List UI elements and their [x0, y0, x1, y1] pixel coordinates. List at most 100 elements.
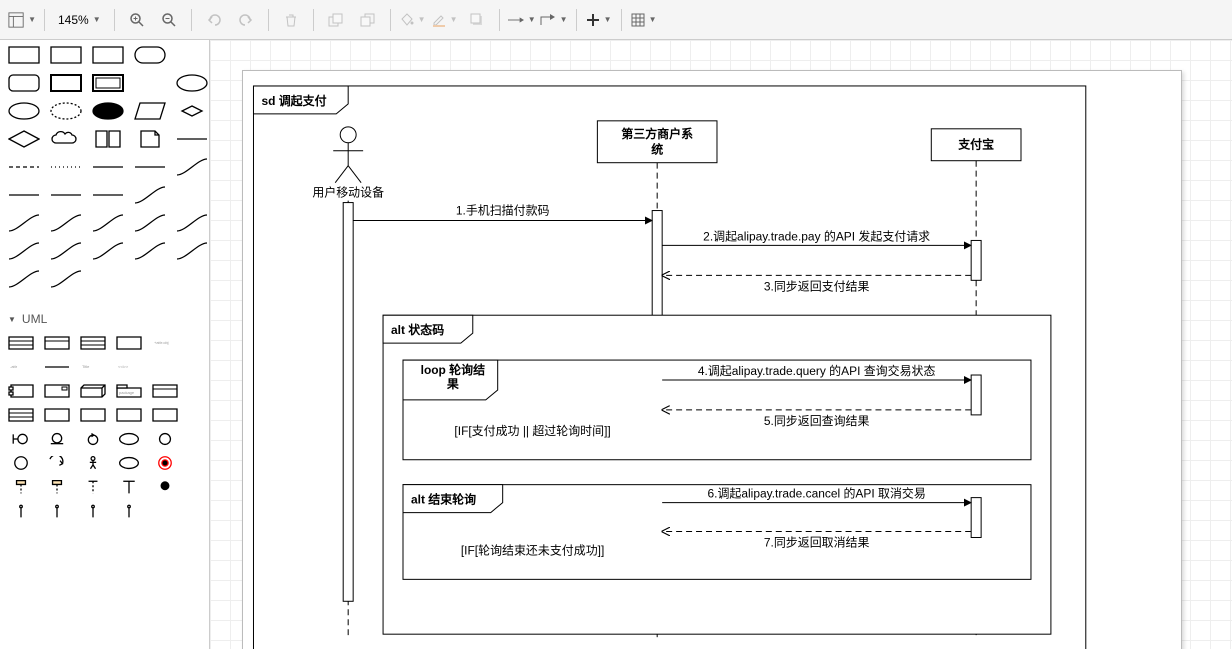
shape-lifeline4[interactable]	[116, 480, 142, 494]
shape-lifeline3[interactable]	[80, 480, 106, 494]
participant-merchant[interactable]: 第三方商户系 统	[597, 121, 717, 163]
shape-curve[interactable]	[8, 270, 40, 288]
shape-curve[interactable]	[176, 242, 208, 260]
shape-rect4[interactable]	[152, 408, 178, 422]
delete-button[interactable]	[277, 6, 305, 34]
zoom-selector[interactable]: 145%▼	[53, 10, 106, 30]
shape-rounded-rect[interactable]	[134, 46, 166, 64]
redo-button[interactable]	[232, 6, 260, 34]
shape-diamond[interactable]	[8, 130, 40, 148]
shape-rect2[interactable]	[80, 408, 106, 422]
shape-curve[interactable]	[176, 158, 208, 176]
shape-label2[interactable]: -attr	[8, 360, 34, 374]
shape-curve[interactable]	[8, 242, 40, 260]
shape-rect[interactable]	[92, 46, 124, 64]
shape-label[interactable]: +attr:obj	[152, 336, 178, 350]
shape-ellipse[interactable]	[176, 74, 208, 92]
shape-component2[interactable]	[44, 384, 70, 398]
shape-curve[interactable]	[92, 214, 124, 232]
shape-rect3[interactable]	[116, 408, 142, 422]
shape-package[interactable]: package	[116, 384, 142, 398]
shape-note[interactable]	[134, 130, 166, 148]
shape-component[interactable]	[8, 384, 34, 398]
shape-hline[interactable]	[176, 130, 208, 148]
insert-button[interactable]: ▼	[585, 6, 613, 34]
shape-curve[interactable]	[134, 214, 166, 232]
shape-hline2[interactable]	[44, 360, 70, 374]
undo-button[interactable]	[200, 6, 228, 34]
line-color-button[interactable]: ▼	[431, 6, 459, 34]
shape-curve[interactable]	[134, 242, 166, 260]
shape-class4[interactable]	[116, 336, 142, 350]
shape-cloud[interactable]	[50, 130, 82, 148]
shape-circle-thin[interactable]	[152, 432, 178, 446]
shape-boundary[interactable]	[8, 432, 34, 446]
shape-curve[interactable]	[50, 270, 82, 288]
shape-card[interactable]	[92, 130, 124, 148]
shape-arc[interactable]	[44, 456, 70, 470]
shape-lifeline-dash[interactable]	[116, 504, 142, 518]
shape-line-long[interactable]	[8, 186, 40, 204]
shape-line[interactable]	[92, 158, 124, 176]
shape-rect[interactable]	[8, 46, 40, 64]
shape-lifeline1[interactable]	[8, 480, 34, 494]
shape-curve[interactable]	[92, 242, 124, 260]
category-uml[interactable]: ▼ UML	[0, 308, 209, 330]
shape-node[interactable]	[80, 384, 106, 398]
shape-curve[interactable]	[176, 214, 208, 232]
shape-lifeline-dash[interactable]	[8, 504, 34, 518]
to-front-button[interactable]	[322, 6, 350, 34]
view-mode-button[interactable]: ▼	[8, 6, 36, 34]
shape-dashed-ellipse[interactable]	[50, 102, 82, 120]
shape-curve[interactable]	[50, 242, 82, 260]
shape-curve[interactable]	[134, 186, 166, 204]
sequence-diagram[interactable]: sd 调起支付 用户移动设备 第三方商	[243, 71, 1181, 649]
shape-lifeline2[interactable]	[44, 480, 70, 494]
shape-rounded-rect[interactable]	[8, 74, 40, 92]
table-button[interactable]: ▼	[630, 6, 658, 34]
shape-curve[interactable]	[50, 214, 82, 232]
shape-diamond-small[interactable]	[176, 102, 208, 120]
shape-label4[interactable]: <<i>>	[116, 360, 142, 374]
shape-rect[interactable]	[50, 46, 82, 64]
shape-label3[interactable]: Title	[80, 360, 106, 374]
shape-dotline[interactable]	[50, 158, 82, 176]
fill-color-button[interactable]: ▼	[399, 6, 427, 34]
shape-object[interactable]	[152, 384, 178, 398]
shape-table2[interactable]	[44, 408, 70, 422]
participant-alipay[interactable]: 支付宝	[931, 129, 1021, 161]
shape-curve[interactable]	[8, 214, 40, 232]
to-back-button[interactable]	[354, 6, 382, 34]
zoom-out-button[interactable]	[155, 6, 183, 34]
shape-text[interactable]	[134, 74, 166, 92]
shape-dashline[interactable]	[8, 158, 40, 176]
shape-line[interactable]	[134, 158, 166, 176]
waypoint-style-button[interactable]: ▼	[540, 6, 568, 34]
connection-type-button[interactable]: ▼	[508, 6, 536, 34]
shape-line-long[interactable]	[92, 186, 124, 204]
shape-usecase2[interactable]	[116, 456, 142, 470]
shape-control[interactable]	[80, 432, 106, 446]
shape-ellipse-fill[interactable]	[92, 102, 124, 120]
shape-lifeline-dash[interactable]	[80, 504, 106, 518]
shape-lifeline-dash[interactable]	[44, 504, 70, 518]
shape-class2[interactable]	[44, 336, 70, 350]
diagram-page[interactable]: sd 调起支付 用户移动设备 第三方商	[242, 70, 1182, 649]
shape-class[interactable]	[8, 336, 34, 350]
shapes-sidebar[interactable]: ▼ UML +attr:obj -attr Title <<i>> pa	[0, 40, 210, 649]
shadow-button[interactable]	[463, 6, 491, 34]
shape-circle[interactable]	[8, 456, 34, 470]
canvas[interactable]: sd 调起支付 用户移动设备 第三方商	[210, 40, 1232, 649]
shape-table[interactable]	[8, 408, 34, 422]
shape-final[interactable]	[152, 456, 178, 470]
shape-ellipse[interactable]	[8, 102, 40, 120]
shape-rect-bold[interactable]	[50, 74, 82, 92]
shape-line-long[interactable]	[50, 186, 82, 204]
shape-parallelogram[interactable]	[134, 102, 166, 120]
zoom-in-button[interactable]	[123, 6, 151, 34]
shape-initial[interactable]	[152, 480, 178, 494]
shape-class3[interactable]	[80, 336, 106, 350]
shape-double-rect[interactable]	[92, 74, 124, 92]
shape-actor[interactable]	[80, 456, 106, 470]
shape-entity[interactable]	[44, 432, 70, 446]
